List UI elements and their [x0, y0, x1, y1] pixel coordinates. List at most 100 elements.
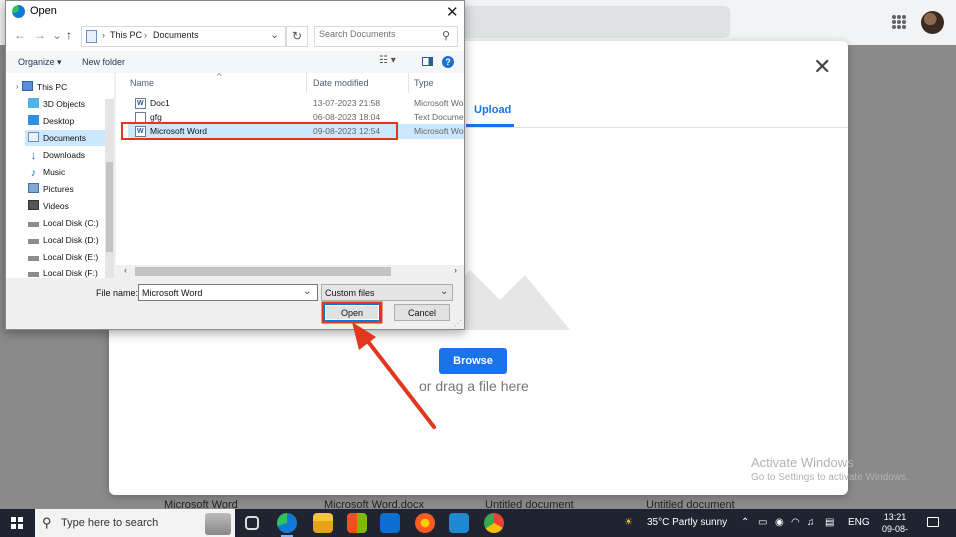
file-list-horizontal-scrollbar[interactable]: ‹ › — [116, 265, 464, 278]
task-view-icon[interactable] — [245, 516, 259, 530]
breadcrumb-documents[interactable]: Documents — [153, 30, 199, 40]
help-icon[interactable]: ? — [442, 56, 454, 68]
nav-item-pictures[interactable]: Pictures — [28, 181, 112, 197]
resize-grip-icon[interactable]: ⋰ — [454, 319, 462, 328]
breadcrumb-separator: › — [144, 30, 147, 40]
apps-grid-icon[interactable] — [892, 15, 906, 29]
pc-icon — [22, 81, 33, 91]
avatar[interactable] — [921, 11, 944, 34]
windows-start-icon[interactable] — [11, 517, 23, 529]
new-folder-button[interactable]: New folder — [82, 57, 125, 67]
scroll-left-icon[interactable]: ‹ — [124, 265, 127, 275]
search-input[interactable] — [319, 29, 437, 39]
firefox-icon[interactable] — [415, 513, 435, 533]
nav-item-label: Music — [43, 167, 66, 177]
nav-item-documents[interactable]: Documents — [25, 130, 109, 146]
column-header-type[interactable]: Type — [414, 78, 434, 88]
search-box[interactable]: ⚲ — [314, 26, 458, 47]
modal-close-icon[interactable]: ✕ — [813, 56, 831, 78]
nav-item-downloads[interactable]: ↓ Downloads — [28, 147, 112, 163]
open-button[interactable]: Open — [324, 304, 380, 321]
wifi-icon[interactable]: ◠ — [791, 517, 800, 528]
organize-button[interactable]: Organize ▾ — [18, 57, 62, 68]
nav-item-local-disk-d[interactable]: Local Disk (D:) — [28, 232, 112, 248]
forward-arrow-icon[interactable]: → — [34, 28, 46, 42]
system-clock[interactable]: 13:21 09-08-2023 — [872, 511, 918, 537]
search-icon: ⚲ — [42, 515, 52, 530]
nav-item-local-disk-c[interactable]: Local Disk (C:) — [28, 215, 112, 231]
weather-icon[interactable]: ☀ — [624, 517, 633, 528]
nav-item-local-disk-e[interactable]: Local Disk (E:) — [28, 249, 112, 265]
store-icon[interactable] — [347, 513, 367, 533]
chevron-down-icon[interactable]: ⌄ — [303, 286, 311, 297]
nav-item-label: Pictures — [43, 184, 74, 194]
file-explorer-icon[interactable] — [313, 513, 333, 533]
nav-item-videos[interactable]: Videos — [28, 198, 112, 214]
nav-item-desktop[interactable]: Desktop — [28, 113, 112, 129]
column-header-date[interactable]: Date modified — [313, 78, 369, 88]
nav-item-label: This PC — [37, 82, 68, 92]
nav-item-local-disk-f[interactable]: Local Disk (F:) — [28, 265, 112, 278]
word-doc-icon — [135, 96, 146, 111]
file-name-field[interactable]: Microsoft Word ⌄ — [138, 284, 318, 301]
sort-ascending-icon: ^ — [217, 73, 222, 81]
edge-icon[interactable] — [277, 513, 297, 537]
nav-pane-scrollbar[interactable] — [105, 99, 114, 278]
tab-active-indicator — [466, 124, 514, 127]
nav-item-3d-objects[interactable]: 3D Objects — [28, 96, 112, 112]
file-type-dropdown[interactable]: Custom files ⌄ — [321, 284, 453, 301]
clock-time: 13:21 — [883, 512, 907, 522]
nav-item-music[interactable]: ♪ Music — [28, 164, 112, 180]
scrollbar-thumb[interactable] — [106, 162, 113, 252]
cancel-button[interactable]: Cancel — [394, 304, 450, 321]
volume-icon[interactable]: ♫ — [807, 517, 815, 528]
music-icon: ♪ — [30, 167, 37, 179]
mail-icon[interactable] — [380, 513, 400, 533]
close-icon[interactable]: ✕ — [446, 3, 459, 21]
pictures-icon — [28, 183, 39, 193]
keyboard-icon[interactable]: ▤ — [825, 517, 834, 528]
meet-now-icon[interactable]: ◉ — [775, 517, 784, 528]
view-options-icon[interactable]: ☷ ▾ — [379, 55, 396, 66]
nav-item-label: Documents — [43, 133, 86, 143]
desktop-icon — [28, 115, 39, 125]
activate-windows-watermark: Activate Windows Go to Settings to activ… — [751, 455, 909, 483]
browse-button[interactable]: Browse — [439, 348, 507, 374]
scroll-right-icon[interactable]: › — [454, 265, 457, 275]
search-highlight-image — [205, 513, 231, 535]
recent-locations-chevron-icon[interactable]: ⌄ — [52, 28, 62, 42]
drive-icon — [28, 217, 39, 227]
nav-item-this-pc[interactable]: This PC — [22, 79, 106, 95]
column-header-name[interactable]: Name — [130, 78, 154, 88]
column-divider[interactable] — [408, 73, 409, 93]
column-divider[interactable] — [306, 73, 307, 93]
scrollbar-thumb[interactable] — [135, 267, 391, 276]
file-type: Microsoft Word — [414, 98, 464, 108]
tray-expand-icon[interactable]: ⌃ — [741, 517, 749, 528]
file-name-label: File name: — [96, 288, 139, 298]
back-arrow-icon[interactable]: ← — [14, 28, 26, 42]
up-arrow-icon[interactable]: ↑ — [66, 28, 72, 42]
expand-chevron-icon[interactable]: › — [16, 82, 19, 91]
search-icon: ⚲ — [442, 30, 451, 42]
navigation-pane: › This PC 3D Objects Desktop Documents ↓… — [6, 73, 114, 278]
battery-icon[interactable]: ▭ — [758, 517, 767, 528]
nav-item-label: Local Disk (C:) — [43, 218, 99, 228]
notifications-icon[interactable] — [927, 517, 939, 527]
chrome-icon[interactable] — [484, 513, 504, 533]
chevron-down-icon[interactable]: ⌄ — [270, 28, 279, 41]
breadcrumb-this-pc[interactable]: This PC — [110, 30, 142, 40]
weather-text[interactable]: 35°C Partly sunny — [647, 517, 727, 528]
vscode-icon[interactable] — [449, 513, 469, 533]
tab-upload[interactable]: Upload — [474, 104, 511, 116]
breadcrumb-separator: › — [102, 30, 105, 40]
modal-tab-divider — [465, 127, 848, 128]
nav-item-label: Desktop — [43, 116, 75, 126]
taskbar-search[interactable]: ⚲ Type here to search — [35, 509, 235, 537]
language-indicator[interactable]: ENG — [848, 517, 870, 528]
address-bar[interactable]: › This PC › Documents ⌄ — [81, 26, 286, 47]
file-row[interactable]: Doc1 13-07-2023 21:58 Microsoft Word — [128, 96, 464, 111]
browser-search-bar[interactable] — [462, 6, 730, 38]
preview-pane-icon[interactable] — [422, 57, 433, 66]
refresh-icon[interactable]: ↻ — [286, 26, 308, 47]
